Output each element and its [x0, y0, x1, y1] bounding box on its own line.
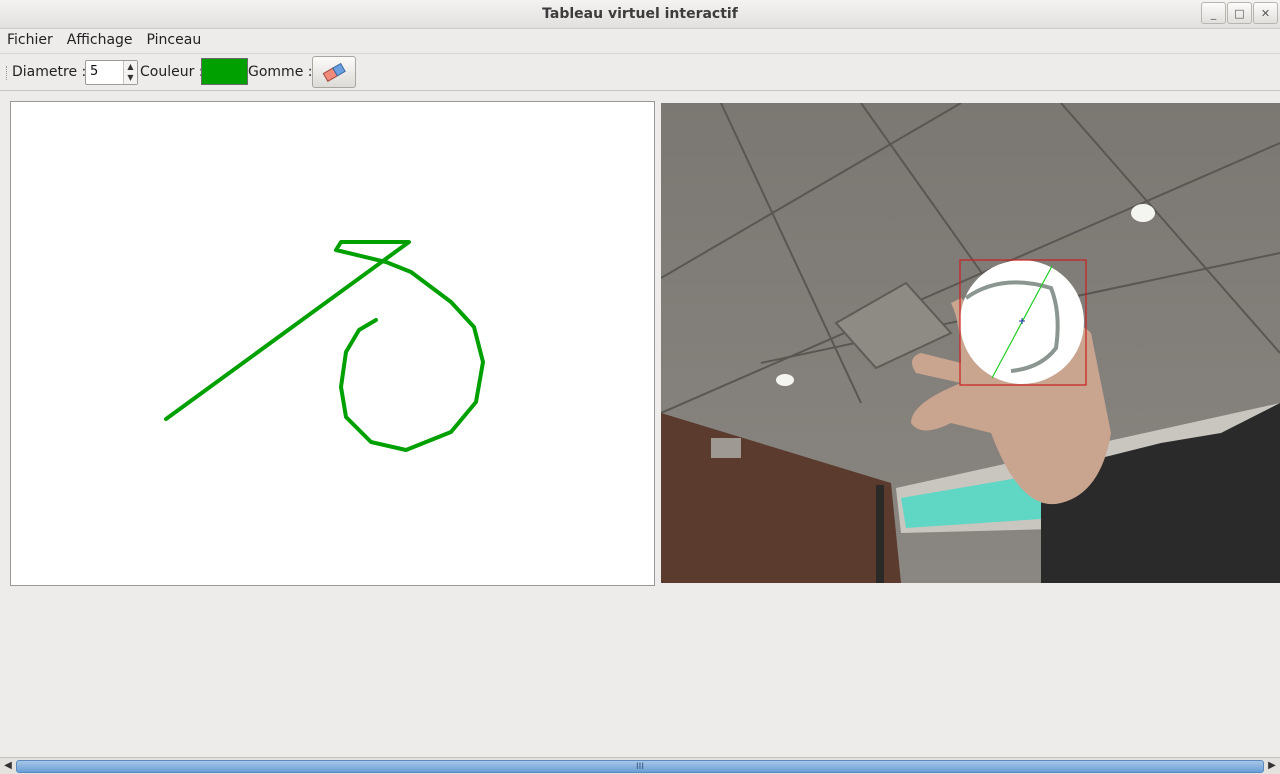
close-icon: ✕ — [1260, 6, 1271, 20]
close-button[interactable]: ✕ — [1253, 2, 1278, 24]
scroll-right-icon[interactable]: ▶ — [1265, 759, 1279, 773]
diameter-label: Diametre : — [12, 64, 87, 80]
horizontal-scrollbar[interactable]: ◀ III ▶ — [0, 757, 1280, 774]
window-title: Tableau virtuel interactif — [542, 6, 738, 22]
maximize-icon: □ — [1234, 6, 1245, 20]
toolbar-grip[interactable] — [6, 66, 9, 80]
drawing-strokes — [164, 240, 485, 452]
eraser-icon — [322, 62, 346, 82]
camera-frame — [661, 103, 1280, 583]
scrollbar-thumb[interactable]: III — [16, 760, 1264, 773]
toolbar: Diametre : 5 ▲ ▼ Couleur : Gomme : — [0, 53, 1280, 91]
camera-view — [661, 103, 1280, 583]
color-swatch-button[interactable] — [201, 58, 248, 85]
maximize-button[interactable]: □ — [1227, 2, 1252, 24]
window-controls: _ □ ✕ — [1201, 2, 1278, 24]
menu-fichier[interactable]: Fichier — [0, 29, 60, 52]
spin-up-icon[interactable]: ▲ — [124, 61, 137, 72]
diameter-spin-arrows: ▲ ▼ — [123, 61, 137, 84]
menu-pinceau[interactable]: Pinceau — [140, 29, 209, 52]
drawing-canvas[interactable] — [10, 101, 655, 586]
minimize-button[interactable]: _ — [1201, 2, 1226, 24]
eraser-button[interactable] — [312, 56, 356, 88]
eraser-label: Gomme : — [248, 64, 313, 80]
color-label: Couleur : — [140, 64, 204, 80]
diameter-spinbox[interactable]: 5 ▲ ▼ — [85, 60, 138, 85]
minimize-icon: _ — [1210, 6, 1217, 20]
menu-affichage[interactable]: Affichage — [60, 29, 140, 52]
ceiling-light — [776, 374, 794, 386]
wall-speaker — [711, 438, 741, 458]
ceiling-light — [1131, 204, 1155, 222]
scroll-left-icon[interactable]: ◀ — [1, 759, 15, 773]
spin-down-icon[interactable]: ▼ — [124, 72, 137, 83]
diameter-value[interactable]: 5 — [90, 64, 98, 79]
drawn-stroke-line — [164, 240, 485, 452]
scrollbar-grip: III — [636, 762, 644, 772]
window-titlebar: Tableau virtuel interactif _ □ ✕ — [0, 0, 1280, 29]
pillar — [876, 485, 884, 583]
menu-bar: Fichier Affichage Pinceau — [0, 29, 1280, 52]
